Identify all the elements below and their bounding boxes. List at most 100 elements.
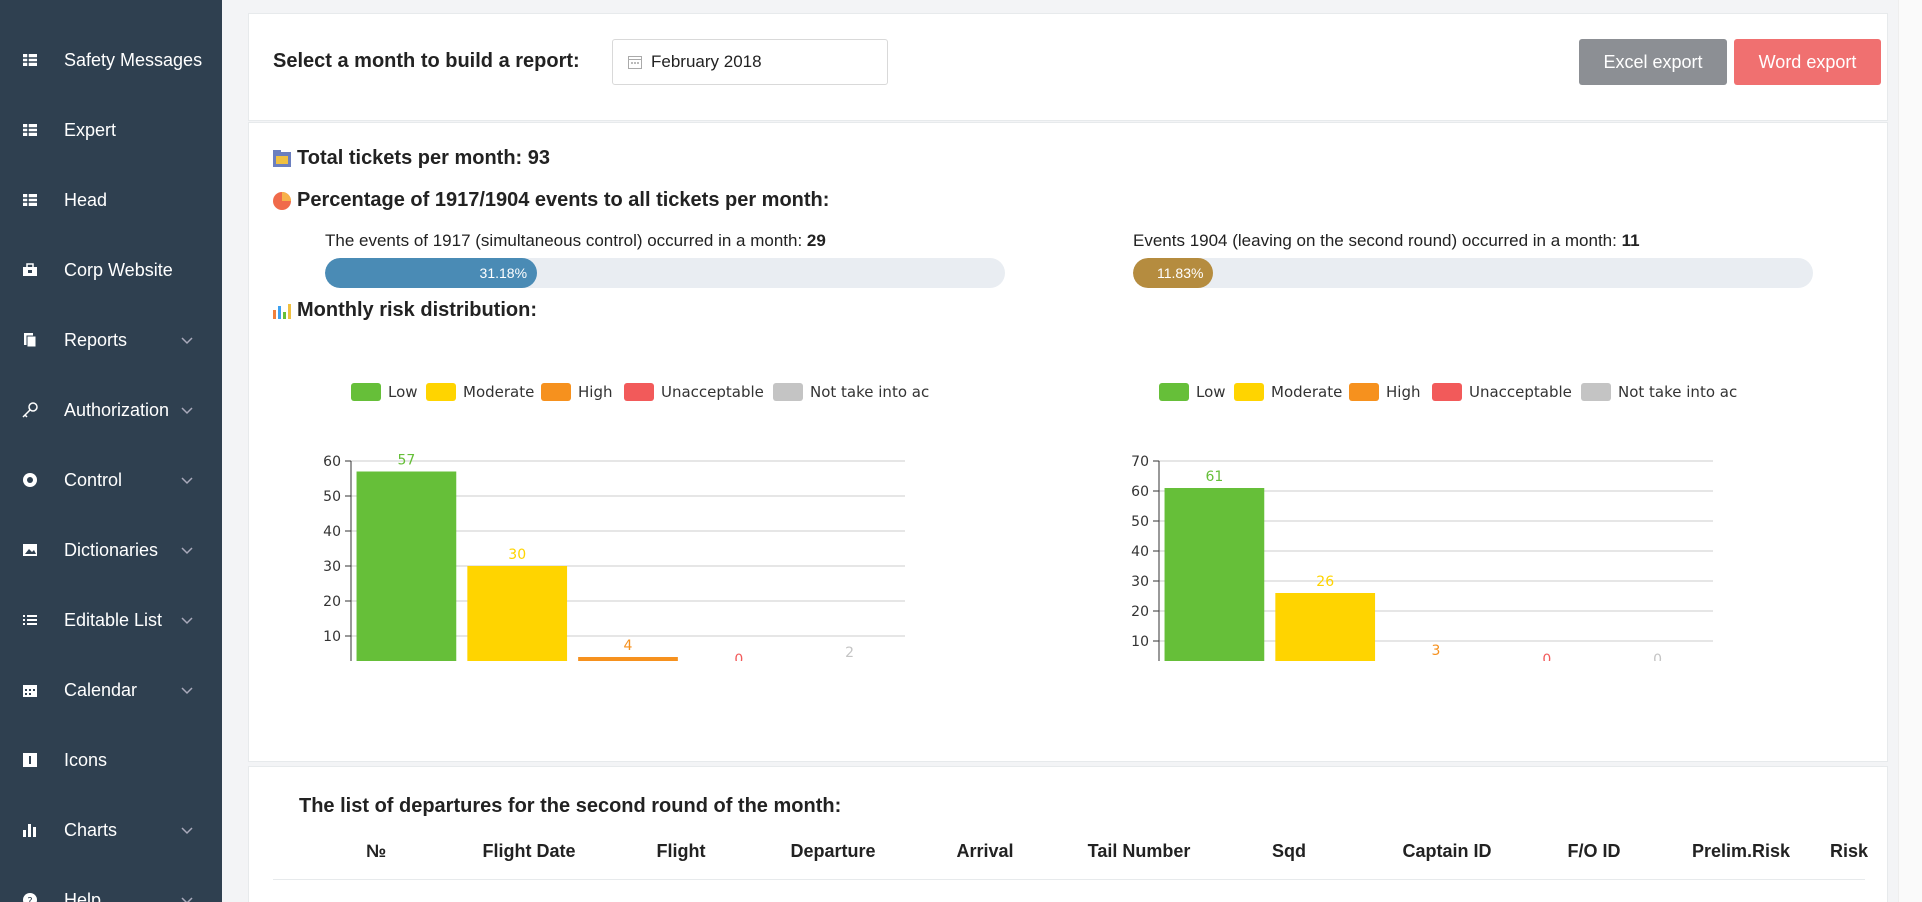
legend-swatch <box>1581 383 1611 401</box>
folder-icon <box>271 148 293 170</box>
sidebar: Safety Messages Expert Head Corp Website Rep… <box>0 0 222 902</box>
sidebar-item-control[interactable]: Control <box>0 450 222 510</box>
y-tick-label: 10 <box>1131 634 1149 650</box>
legend-label: Moderate <box>463 383 534 401</box>
y-tick-label: 30 <box>323 559 341 575</box>
column-header[interactable]: Prelim.Risk <box>1692 841 1790 862</box>
bar-low[interactable] <box>1164 488 1265 671</box>
event-1917-progress-fill: 31.18% <box>325 258 538 288</box>
event-1904-progress: 11.83% <box>1133 258 1813 288</box>
legend-item-not-taken[interactable]: Not take into account <box>1581 383 1780 401</box>
chevron-down-icon <box>180 473 194 487</box>
sidebar-item-label: Dictionaries <box>64 539 159 560</box>
bar-chart-icon <box>20 820 40 840</box>
event-1904-label: Events 1904 (leaving on the second round… <box>1133 231 1640 251</box>
legend-item-low[interactable]: Low <box>351 383 418 401</box>
sidebar-item-safety-messages[interactable]: Safety Messages <box>0 30 222 90</box>
sidebar-item-calendar[interactable]: Calendar <box>0 660 222 720</box>
data-label-high: 3 <box>1432 643 1441 659</box>
word-export-button[interactable]: Word export <box>1734 39 1881 85</box>
sidebar-item-label: Charts <box>64 819 118 840</box>
legend-label: Unacceptable <box>661 383 764 401</box>
list-icon <box>20 610 40 630</box>
grid-icon <box>20 190 40 210</box>
document-icon <box>20 330 40 350</box>
chevron-down-icon <box>180 893 194 902</box>
sidebar-item-authorization[interactable]: Authorization <box>0 380 222 440</box>
sidebar-item-reports[interactable]: Reports <box>0 310 222 370</box>
legend-item-moderate[interactable]: Moderate <box>426 383 534 401</box>
legend-item-high[interactable]: High <box>1349 383 1420 401</box>
legend-label: Moderate <box>1271 383 1342 401</box>
legend-swatch <box>1234 383 1264 401</box>
column-header[interactable]: Arrival <box>956 841 1013 862</box>
bar-low[interactable] <box>356 471 457 671</box>
sidebar-item-editable-list[interactable]: Editable List <box>0 590 222 650</box>
legend-swatch <box>773 383 803 401</box>
sidebar-item-head[interactable]: Head <box>0 170 222 230</box>
calendar-icon <box>627 54 643 75</box>
sidebar-item-help[interactable]: ? Help <box>0 870 222 902</box>
data-label-low: 61 <box>1205 469 1223 485</box>
sidebar-item-dictionaries[interactable]: Dictionaries <box>0 520 222 580</box>
departures-panel: The list of departures for the second ro… <box>248 766 1888 902</box>
legend-item-unacceptable[interactable]: Unacceptable <box>1432 383 1572 401</box>
sidebar-item-charts[interactable]: Charts <box>0 800 222 860</box>
y-tick-label: 60 <box>1131 484 1149 500</box>
grid-icon <box>20 120 40 140</box>
page-scrollbar[interactable] <box>1898 0 1922 902</box>
final-risk-chart: Low Moderate High Unacceptable Not take into… <box>1097 331 1780 699</box>
table-divider <box>273 879 1865 880</box>
column-header[interactable]: Sqd <box>1272 841 1306 862</box>
legend-item-high[interactable]: High <box>541 383 612 401</box>
sidebar-item-corp-website[interactable]: Corp Website <box>0 240 222 300</box>
info-icon <box>20 750 40 770</box>
column-header[interactable]: Tail Number <box>1088 841 1191 862</box>
column-header[interactable]: F/O ID <box>1568 841 1621 862</box>
data-label-moderate: 30 <box>508 547 526 563</box>
distribution-heading: Monthly risk distribution: <box>271 299 537 322</box>
y-tick-label: 20 <box>1131 604 1149 620</box>
bar-moderate[interactable] <box>467 566 568 671</box>
column-header[interactable]: № <box>366 841 386 862</box>
data-label-not-taken: 2 <box>845 645 854 661</box>
chevron-down-icon <box>180 543 194 557</box>
column-header[interactable]: Risk <box>1830 841 1868 862</box>
y-tick-label: 50 <box>323 489 341 505</box>
column-header[interactable]: Flight Date <box>483 841 576 862</box>
lifebuoy-icon <box>20 470 40 490</box>
legend-item-moderate[interactable]: Moderate <box>1234 383 1342 401</box>
event-1917-progress: 31.18% <box>325 258 1005 288</box>
y-tick-label: 70 <box>1131 454 1149 470</box>
sidebar-item-label: Reports <box>64 329 128 350</box>
data-label-high: 4 <box>624 638 633 654</box>
sidebar-item-label: Safety Messages <box>64 49 203 70</box>
chevron-down-icon <box>180 403 194 417</box>
column-header[interactable]: Flight <box>657 841 706 862</box>
chevron-down-icon <box>180 333 194 347</box>
bar-high[interactable] <box>578 657 678 671</box>
column-header[interactable]: Departure <box>790 841 875 862</box>
legend-swatch <box>541 383 571 401</box>
column-header[interactable]: Captain ID <box>1402 841 1491 862</box>
sidebar-item-expert[interactable]: Expert <box>0 100 222 160</box>
month-picker-input[interactable]: February 2018 <box>612 39 888 85</box>
legend-item-not-taken[interactable]: Not take into account <box>773 383 972 401</box>
excel-export-button[interactable]: Excel export <box>1579 39 1727 85</box>
chevron-down-icon <box>180 613 194 627</box>
sidebar-item-label: Editable List <box>64 609 163 630</box>
legend-item-unacceptable[interactable]: Unacceptable <box>624 383 764 401</box>
calendar-icon <box>20 680 40 700</box>
sidebar-item-label: Head <box>64 189 108 210</box>
legend-item-low[interactable]: Low <box>1159 383 1226 401</box>
y-tick-label: 10 <box>323 629 341 645</box>
legend-swatch <box>426 383 456 401</box>
event-1904-percent: 11.83% <box>1156 265 1204 281</box>
percentage-heading: Percentage of 1917/1904 events to all ti… <box>271 189 829 212</box>
y-tick-label: 50 <box>1131 514 1149 530</box>
image-icon <box>20 540 40 560</box>
event-1904-progress-fill: 11.83% <box>1133 258 1214 288</box>
legend-swatch <box>1432 383 1462 401</box>
sidebar-item-icons[interactable]: Icons <box>0 730 222 790</box>
bar-moderate[interactable] <box>1275 593 1376 671</box>
